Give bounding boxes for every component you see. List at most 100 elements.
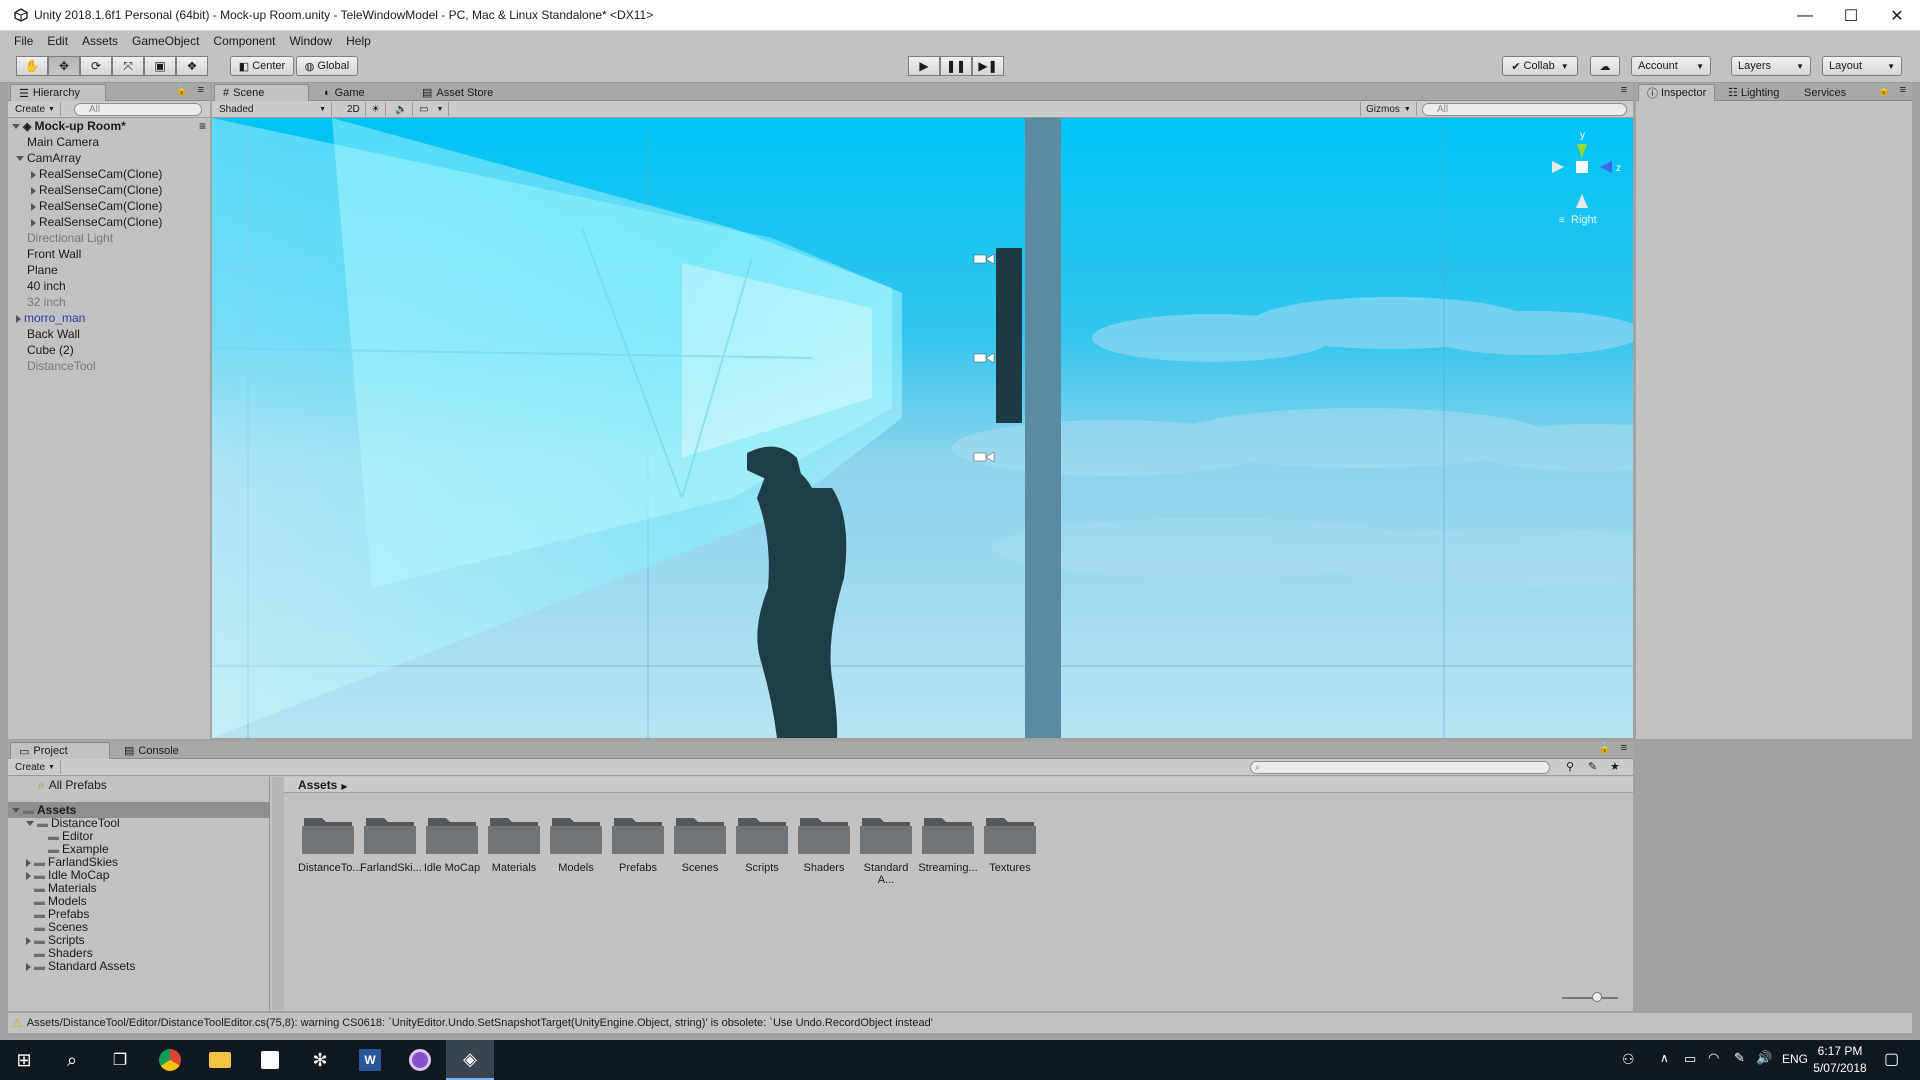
hierarchy-item[interactable]: 40 inch: [8, 278, 66, 294]
hierarchy-item[interactable]: DistanceTool: [8, 358, 96, 374]
menu-file[interactable]: File: [14, 34, 33, 48]
taskbar-app-purple[interactable]: [396, 1040, 444, 1080]
menu-component[interactable]: Component: [213, 34, 275, 48]
expand-arrow-icon[interactable]: [31, 186, 36, 195]
scene-render[interactable]: y z Right ≡: [212, 118, 1633, 738]
expand-arrow-icon[interactable]: [26, 962, 31, 971]
expand-arrow-icon[interactable]: [26, 936, 31, 945]
clock-date[interactable]: 5/07/2018: [1802, 1061, 1878, 1075]
panel-menu-icon[interactable]: ≡: [1621, 742, 1627, 754]
wifi-icon[interactable]: ◠: [1708, 1050, 1719, 1066]
tab-lighting[interactable]: ☷ Lighting: [1720, 84, 1787, 101]
lighting-toggle[interactable]: ☀: [366, 102, 386, 116]
hand-tool-button[interactable]: ✋: [16, 56, 48, 76]
taskbar-word[interactable]: W: [346, 1040, 394, 1080]
favorite-star-icon[interactable]: ★: [1610, 760, 1620, 773]
task-view-button[interactable]: ❐: [96, 1040, 144, 1080]
asset-folder[interactable]: Streaming...: [918, 814, 978, 874]
lock-icon[interactable]: 🔒: [176, 85, 188, 96]
pause-button[interactable]: ❚❚: [940, 56, 972, 76]
favorites-all-prefabs[interactable]: ⌕ All Prefabs: [38, 777, 107, 793]
asset-folder[interactable]: Shaders: [794, 814, 854, 874]
chevron-up-icon[interactable]: ∧: [1660, 1051, 1669, 1065]
panel-menu-icon[interactable]: ≡: [1621, 84, 1627, 96]
hierarchy-item[interactable]: RealSenseCam(Clone): [8, 214, 162, 230]
hierarchy-item[interactable]: Back Wall: [8, 326, 80, 342]
tab-game[interactable]: ◐ Game: [316, 84, 373, 101]
panel-menu-icon[interactable]: ≡: [1900, 84, 1906, 96]
project-search-input[interactable]: ⌕: [1250, 761, 1550, 774]
battery-icon[interactable]: ▭: [1684, 1051, 1696, 1067]
zoom-slider-thumb[interactable]: [1592, 992, 1602, 1002]
people-icon[interactable]: ⚇: [1622, 1051, 1635, 1068]
asset-folder[interactable]: Materials: [484, 814, 544, 874]
scene-menu-icon[interactable]: ≡: [199, 118, 206, 134]
taskbar-file-explorer[interactable]: [196, 1040, 244, 1080]
zoom-slider[interactable]: [1562, 997, 1618, 999]
hierarchy-item[interactable]: RealSenseCam(Clone): [8, 166, 162, 182]
filter-type-icon[interactable]: ⚲: [1566, 760, 1574, 773]
hierarchy-item[interactable]: Directional Light: [8, 230, 113, 246]
expand-arrow-icon[interactable]: [16, 156, 24, 162]
expand-arrow-icon[interactable]: [16, 314, 21, 323]
transform-tool-button[interactable]: ❖: [176, 56, 208, 76]
expand-arrow-icon[interactable]: [12, 124, 20, 130]
asset-folder[interactable]: Idle MoCap: [422, 814, 482, 874]
scene-search-input[interactable]: All: [1422, 103, 1627, 116]
pivot-center-button[interactable]: ◧ Center: [230, 56, 294, 76]
tab-project[interactable]: ▭ Project: [10, 742, 110, 759]
menu-help[interactable]: Help: [346, 34, 371, 48]
hierarchy-search-input[interactable]: All: [74, 103, 202, 116]
collab-dropdown[interactable]: ✔ Collab ▼: [1502, 56, 1578, 76]
expand-arrow-icon[interactable]: [12, 808, 20, 814]
layers-dropdown[interactable]: Layers ▼: [1731, 56, 1811, 76]
clock-time[interactable]: 6:17 PM: [1808, 1044, 1872, 1058]
taskbar-chrome[interactable]: [146, 1040, 194, 1080]
tab-console[interactable]: ▤ Console: [116, 742, 187, 759]
move-tool-button[interactable]: ✥: [48, 56, 80, 76]
project-create-button[interactable]: Create ▼: [10, 760, 61, 774]
menu-window[interactable]: Window: [289, 34, 332, 48]
tab-services[interactable]: Services: [1796, 84, 1854, 101]
panel-menu-icon[interactable]: ≡: [198, 84, 204, 96]
layout-dropdown[interactable]: Layout ▼: [1822, 56, 1902, 76]
menu-edit[interactable]: Edit: [47, 34, 68, 48]
hierarchy-item[interactable]: 32 inch: [8, 294, 66, 310]
toggle-2d-button[interactable]: 2D: [342, 102, 366, 116]
tab-scene[interactable]: # Scene: [214, 84, 309, 101]
step-button[interactable]: ▶❚: [972, 56, 1004, 76]
shading-dropdown[interactable]: Shaded ▼: [214, 102, 332, 116]
taskbar-unity[interactable]: ◈: [446, 1040, 494, 1080]
lock-icon[interactable]: 🔒: [1878, 85, 1890, 96]
rotate-tool-button[interactable]: ⟳: [80, 56, 112, 76]
pivot-global-button[interactable]: ◍ Global: [296, 56, 358, 76]
play-button[interactable]: ▶: [908, 56, 940, 76]
hierarchy-item[interactable]: Cube (2): [8, 342, 74, 358]
tree-scrollbar[interactable]: [272, 777, 284, 1011]
taskbar-sticky-notes[interactable]: [246, 1040, 294, 1080]
asset-folder[interactable]: Textures: [980, 814, 1040, 874]
close-button[interactable]: ✕: [1874, 0, 1920, 31]
scale-tool-button[interactable]: ⤧: [112, 56, 144, 76]
effects-dropdown[interactable]: ▭ ▼: [414, 102, 450, 116]
status-bar[interactable]: ⚠ Assets/DistanceTool/Editor/DistanceToo…: [8, 1013, 1912, 1033]
taskbar-slack[interactable]: ✻: [296, 1040, 344, 1080]
hierarchy-item[interactable]: CamArray: [8, 150, 81, 166]
hierarchy-create-button[interactable]: Create ▼: [10, 102, 61, 116]
audio-toggle[interactable]: 🔈: [390, 102, 414, 116]
pen-icon[interactable]: ✎: [1734, 1050, 1745, 1066]
account-dropdown[interactable]: Account ▼: [1631, 56, 1711, 76]
notification-icon[interactable]: ▢: [1884, 1049, 1899, 1069]
menu-assets[interactable]: Assets: [82, 34, 118, 48]
asset-folder[interactable]: FarlandSki...: [360, 814, 422, 874]
asset-folder[interactable]: Models: [546, 814, 606, 874]
lock-icon[interactable]: 🔒: [1599, 743, 1611, 754]
scene-viewport[interactable]: y z Right ≡: [212, 118, 1633, 738]
asset-folder[interactable]: Prefabs: [608, 814, 668, 874]
expand-arrow-icon[interactable]: [31, 170, 36, 179]
asset-folder[interactable]: DistanceTo...: [298, 814, 362, 874]
maximize-button[interactable]: ☐: [1828, 0, 1874, 31]
search-button[interactable]: ⌕: [48, 1040, 96, 1080]
asset-folder[interactable]: Scenes: [670, 814, 730, 874]
tab-asset-store[interactable]: ▤ Asset Store: [414, 84, 501, 101]
